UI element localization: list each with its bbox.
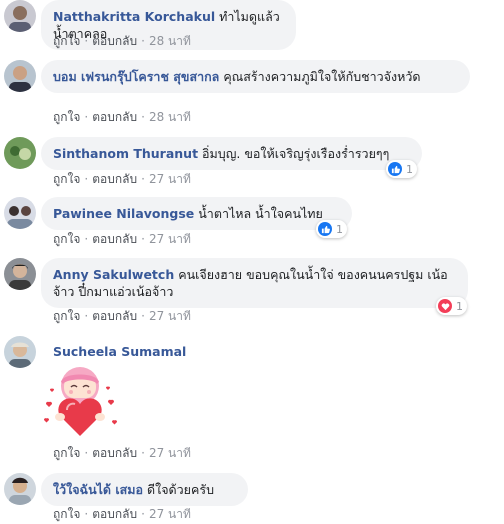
avatar[interactable] <box>4 137 36 169</box>
reply-link[interactable]: ตอบกลับ <box>92 34 137 48</box>
like-icon <box>388 162 402 176</box>
reaction-number: 1 <box>336 222 343 236</box>
avatar[interactable] <box>4 473 36 505</box>
timestamp[interactable]: 27 นาที <box>149 507 191 521</box>
comment-text: คุณสร้างความภูมิใจให้กับชาวจังหวัด <box>223 69 421 84</box>
like-link[interactable]: ถูกใจ <box>53 507 80 521</box>
avatar[interactable] <box>4 0 36 32</box>
reply-link[interactable]: ตอบกลับ <box>92 446 137 460</box>
like-link[interactable]: ถูกใจ <box>53 34 80 48</box>
commenter-name[interactable]: บอม เฟรนกรุ๊ปโคราช สุขสากล <box>53 69 219 84</box>
timestamp[interactable]: 27 นาที <box>149 446 191 460</box>
avatar[interactable] <box>4 258 36 290</box>
reaction-count[interactable]: 1 <box>386 160 417 178</box>
avatar[interactable] <box>4 60 36 92</box>
like-link[interactable]: ถูกใจ <box>53 110 80 124</box>
comment-text: ดีใจด้วยครับ <box>147 482 215 497</box>
like-link[interactable]: ถูกใจ <box>53 446 80 460</box>
comment-text: อิ่มบุญ. ขอให้เจริญรุ่งเรืองร่ำรวยๆๆ <box>202 146 390 161</box>
reaction-number: 1 <box>456 299 463 313</box>
like-link[interactable]: ถูกใจ <box>53 172 80 186</box>
avatar[interactable] <box>4 336 36 368</box>
comment-bubble: ใว้ใจฉันได้ เสมอ ดีใจด้วยครับ <box>41 473 248 506</box>
commenter-name[interactable]: Sucheela Sumamal <box>53 344 186 359</box>
timestamp[interactable]: 27 นาที <box>149 172 191 186</box>
comment-actions: ถูกใจ · ตอบกลับ · 27 นาที <box>53 507 191 521</box>
commenter-name[interactable]: Anny Sakulwetch <box>53 267 174 282</box>
like-icon <box>318 222 332 236</box>
like-link[interactable]: ถูกใจ <box>53 309 80 323</box>
reply-link[interactable]: ตอบกลับ <box>92 172 137 186</box>
comment-bubble: Anny Sakulwetch คนเจียงฮาย ขอบคุณในน้ำใจ… <box>41 258 468 308</box>
comment-bubble: Sinthanom Thuranut อิ่มบุญ. ขอให้เจริญรุ… <box>41 137 422 170</box>
reply-link[interactable]: ตอบกลับ <box>92 507 137 521</box>
commenter-name[interactable]: Sinthanom Thuranut <box>53 146 198 161</box>
comment-bubble: บอม เฟรนกรุ๊ปโคราช สุขสากล คุณสร้างความภ… <box>41 60 470 93</box>
timestamp[interactable]: 27 นาที <box>149 232 191 246</box>
heart-hug-sticker[interactable] <box>40 362 120 442</box>
comment-text: น้ำตาไหล น้ำใจคนไทย <box>198 206 323 221</box>
reaction-count[interactable]: 1 <box>436 297 467 315</box>
comment-actions: ถูกใจ · ตอบกลับ · 27 นาที <box>53 172 191 186</box>
avatar[interactable] <box>4 197 36 229</box>
reaction-number: 1 <box>406 162 413 176</box>
commenter-name[interactable]: ใว้ใจฉันได้ เสมอ <box>53 482 143 497</box>
heart-icon <box>438 299 452 313</box>
commenter-name[interactable]: Pawinee Nilavongse <box>53 206 194 221</box>
like-link[interactable]: ถูกใจ <box>53 232 80 246</box>
comment-actions: ถูกใจ · ตอบกลับ · 27 นาที <box>53 446 191 460</box>
reply-link[interactable]: ตอบกลับ <box>92 110 137 124</box>
timestamp[interactable]: 28 นาที <box>149 34 191 48</box>
comment-actions: ถูกใจ · ตอบกลับ · 28 นาที <box>53 110 191 124</box>
comment-bubble: Pawinee Nilavongse น้ำตาไหล น้ำใจคนไทย <box>41 197 352 230</box>
reply-link[interactable]: ตอบกลับ <box>92 232 137 246</box>
comment-actions: ถูกใจ · ตอบกลับ · 27 นาที <box>53 232 191 246</box>
reply-link[interactable]: ตอบกลับ <box>92 309 137 323</box>
timestamp[interactable]: 28 นาที <box>149 110 191 124</box>
comment-actions: ถูกใจ · ตอบกลับ · 28 นาที <box>53 34 191 48</box>
reaction-count[interactable]: 1 <box>316 220 347 238</box>
comment-actions: ถูกใจ · ตอบกลับ · 27 นาที <box>53 309 191 323</box>
commenter-name[interactable]: Natthakritta Korchakul <box>53 9 215 24</box>
timestamp[interactable]: 27 นาที <box>149 309 191 323</box>
